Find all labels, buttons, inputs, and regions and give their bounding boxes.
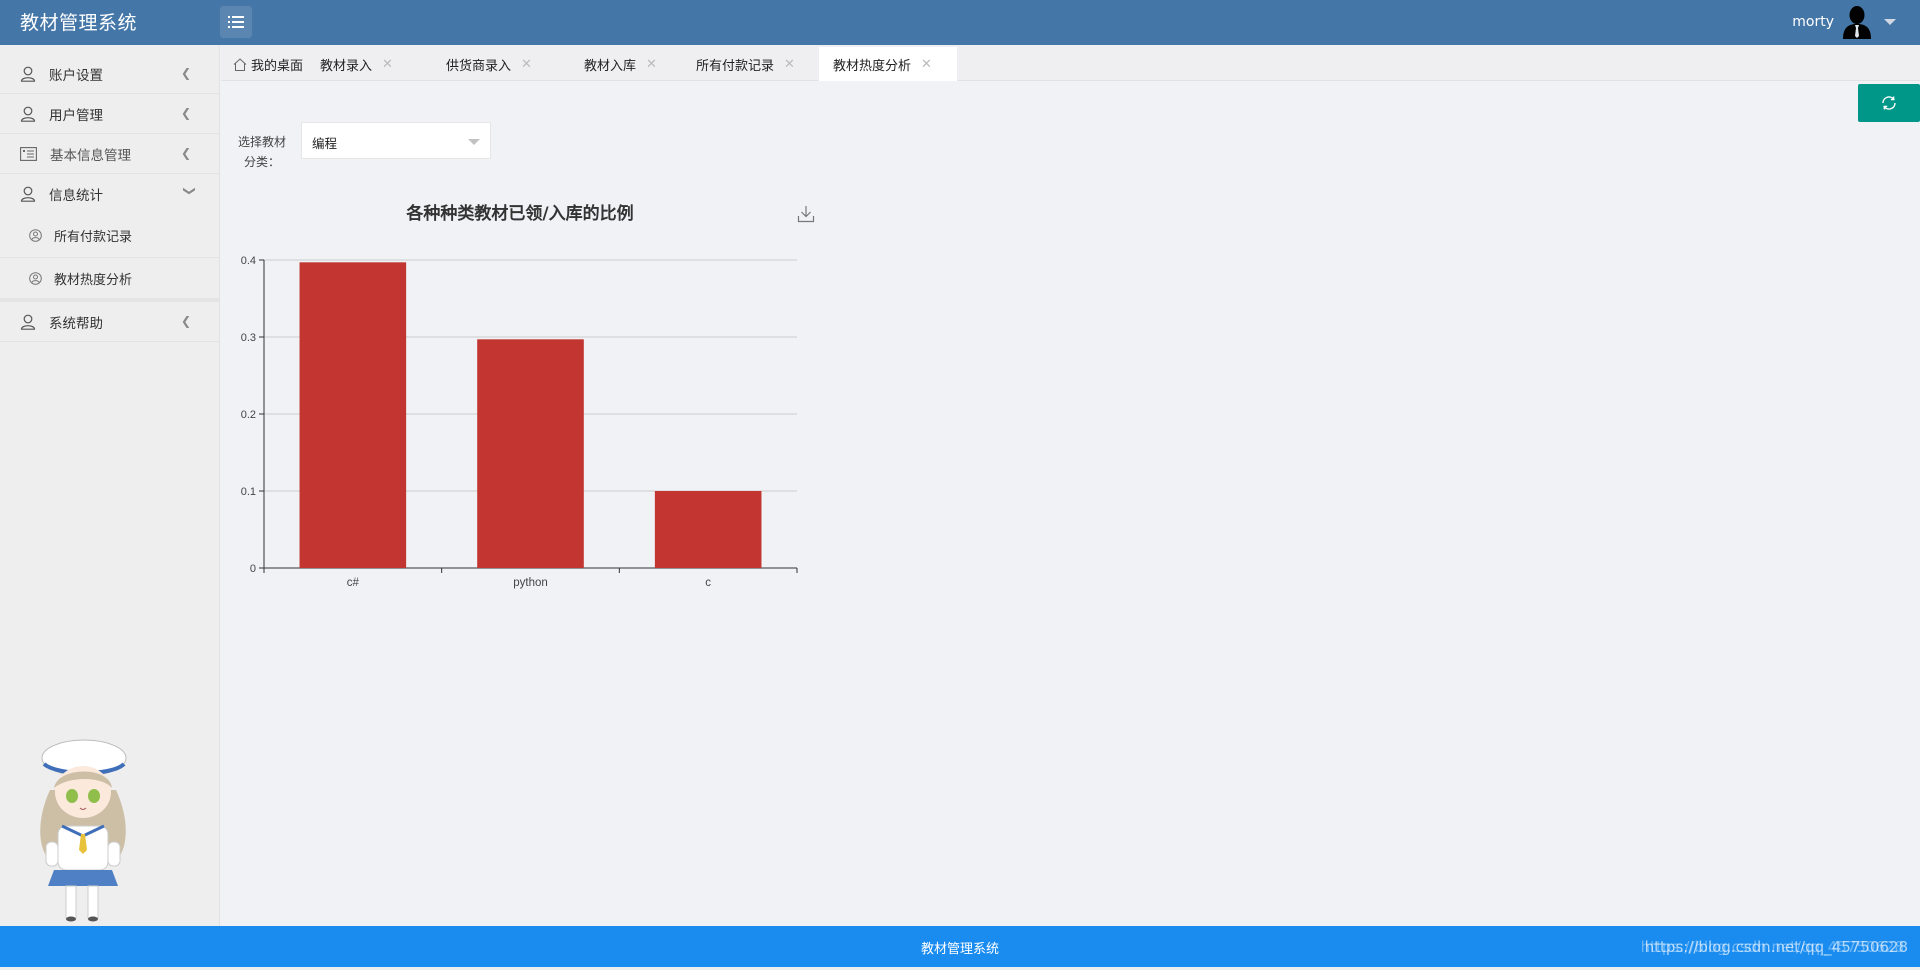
chevron-down-icon: ❮ bbox=[180, 185, 195, 197]
sidebar-subitem-label: 教材热度分析 bbox=[54, 272, 133, 288]
sidebar-subitem-payment-records[interactable]: 所有付款记录 bbox=[0, 214, 219, 258]
refresh-button[interactable] bbox=[1858, 84, 1920, 122]
y-tick-label: 0.1 bbox=[241, 486, 256, 498]
user-menu[interactable]: morty bbox=[1792, 4, 1896, 40]
category-select-value: 编程 bbox=[312, 136, 338, 151]
close-icon[interactable]: ✕ bbox=[646, 57, 657, 72]
sidebar-item-basic-info[interactable]: 基本信息管理 ❮ bbox=[0, 134, 219, 174]
filter-label-line1: 选择教材 bbox=[237, 135, 286, 149]
category-select[interactable]: 编程 bbox=[301, 122, 491, 159]
tab-label: 教材入库 bbox=[584, 58, 637, 74]
user-avatar-icon bbox=[1843, 6, 1871, 39]
tab-supplier-entry[interactable]: 供货商录入 ✕ bbox=[434, 47, 544, 81]
bar-c bbox=[654, 491, 762, 568]
footer: 教材管理系统 https://blog.csdn.net/qq_45750628… bbox=[0, 926, 1920, 967]
chevron-down-icon bbox=[1884, 19, 1896, 25]
tab-payment-records[interactable]: 所有付款记录 ✕ bbox=[684, 47, 807, 81]
x-tick-label: c# bbox=[347, 577, 360, 589]
sidebar-subitem-label: 所有付款记录 bbox=[54, 230, 133, 245]
bar-python bbox=[477, 339, 584, 568]
sidebar-item-label: 系统帮助 bbox=[49, 315, 103, 332]
x-tick-label: python bbox=[513, 577, 548, 589]
sidebar-item-statistics[interactable]: 信息统计 ❮ bbox=[0, 174, 219, 214]
tab-label: 教材录入 bbox=[320, 58, 373, 74]
close-icon[interactable]: ✕ bbox=[921, 57, 932, 72]
tab-label: 我的桌面 bbox=[251, 58, 304, 74]
download-icon bbox=[797, 206, 815, 223]
tab-my-desktop[interactable]: 我的桌面 bbox=[221, 47, 315, 81]
chevron-down-icon bbox=[468, 139, 480, 145]
sidebar-item-label: 信息统计 bbox=[49, 188, 103, 204]
x-tick-label: c bbox=[705, 577, 711, 589]
chevron-left-icon: ❮ bbox=[180, 106, 191, 120]
close-icon[interactable]: ✕ bbox=[382, 57, 393, 72]
sidebar-toggle-button[interactable] bbox=[220, 6, 252, 38]
id-card-icon bbox=[20, 146, 37, 161]
tab-label: 供货商录入 bbox=[446, 58, 512, 74]
tab-label: 所有付款记录 bbox=[696, 58, 775, 74]
bar-csharp bbox=[299, 262, 407, 568]
footer-text: 教材管理系统 bbox=[920, 942, 999, 957]
sidebar-item-label: 用户管理 bbox=[49, 107, 103, 124]
close-icon[interactable]: ✕ bbox=[521, 57, 532, 72]
sidebar-item-account-settings[interactable]: 账户设置 ❮ bbox=[0, 54, 219, 94]
sidebar-item-user-management[interactable]: 用户管理 ❮ bbox=[0, 94, 219, 134]
sidebar-subitem-textbook-popularity[interactable]: 教材热度分析 bbox=[0, 258, 219, 302]
tab-textbook-stockin[interactable]: 教材入库 ✕ bbox=[572, 47, 669, 81]
tab-bar: 我的桌面 教材录入 ✕ 供货商录入 ✕ 教材入库 ✕ 所有付款记录 ✕ 教材热度… bbox=[221, 45, 1920, 81]
refresh-icon bbox=[1882, 96, 1896, 110]
tab-textbook-popularity[interactable]: 教材热度分析 ✕ bbox=[819, 47, 957, 81]
sidebar-item-system-help[interactable]: 系统帮助 ❮ bbox=[0, 302, 219, 342]
mascot-illustration bbox=[40, 739, 127, 922]
y-tick-label: 0 bbox=[250, 563, 256, 575]
user-icon bbox=[20, 106, 36, 122]
top-header: 教材管理系统 morty bbox=[0, 0, 1920, 45]
watermark: https://blog.csdn.net/qq_45750628 bbox=[1644, 938, 1908, 956]
user-circle-icon bbox=[29, 271, 42, 285]
sidebar-item-label: 账户设置 bbox=[49, 67, 103, 84]
chevron-left-icon: ❮ bbox=[180, 146, 191, 160]
user-icon bbox=[20, 186, 36, 202]
user-name: morty bbox=[1792, 14, 1834, 30]
menu-list-icon bbox=[228, 16, 244, 28]
chevron-left-icon: ❮ bbox=[180, 314, 191, 328]
y-tick-label: 0.3 bbox=[241, 332, 256, 344]
y-tick-label: 0.4 bbox=[241, 255, 256, 267]
user-circle-icon bbox=[29, 229, 42, 242]
chevron-left-icon: ❮ bbox=[180, 66, 191, 80]
tab-textbook-entry[interactable]: 教材录入 ✕ bbox=[308, 47, 405, 81]
filter-label-line2: 分类： bbox=[243, 155, 280, 169]
user-icon bbox=[20, 314, 36, 330]
sidebar: 账户设置 ❮ 用户管理 ❮ 基本信息管理 ❮ 信息统计 ❮ 所有付款记录 教材热… bbox=[0, 45, 220, 926]
home-icon bbox=[233, 57, 247, 71]
chart-title: 各种种类教材已领/入库的比例 bbox=[406, 204, 634, 224]
save-as-image-button[interactable] bbox=[797, 205, 815, 223]
category-filter-label: 选择教材 分类： bbox=[234, 132, 290, 172]
app-logo-title: 教材管理系统 bbox=[20, 12, 138, 34]
close-icon[interactable]: ✕ bbox=[784, 57, 795, 72]
tab-label: 教材热度分析 bbox=[833, 58, 912, 74]
y-tick-label: 0.2 bbox=[241, 409, 256, 421]
sidebar-item-label: 基本信息管理 bbox=[50, 147, 131, 164]
user-icon bbox=[20, 66, 36, 82]
